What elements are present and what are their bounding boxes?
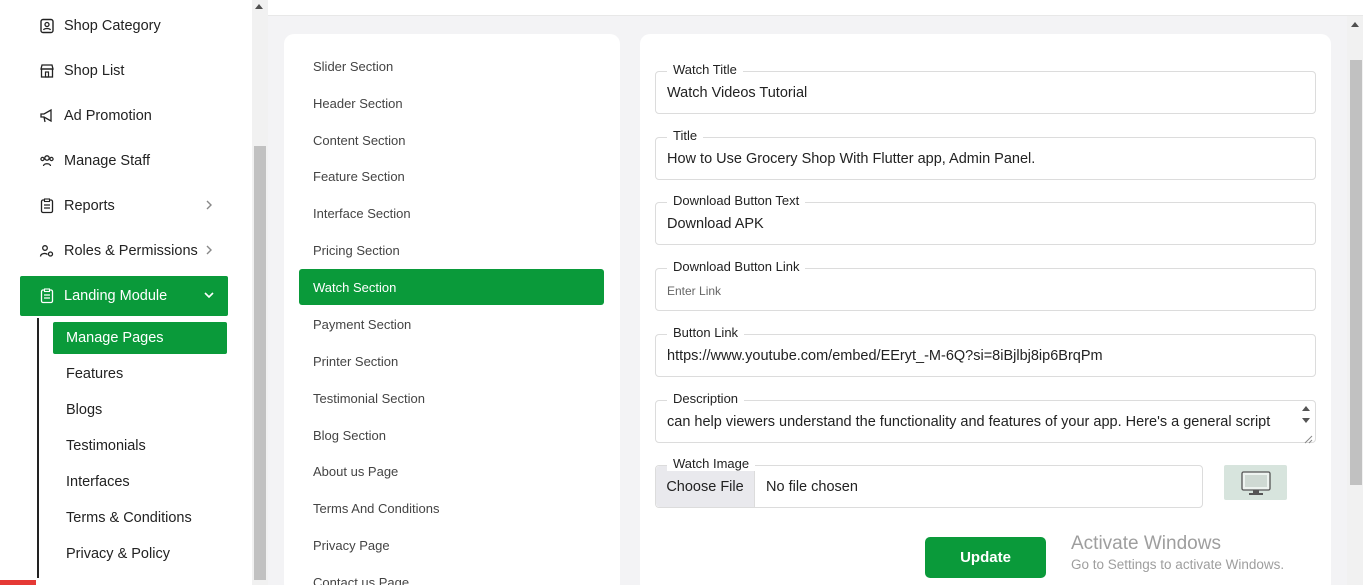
button-link-input[interactable]: https://www.youtube.com/embed/EEryt_-M-6… [667, 348, 1287, 364]
scroll-up-arrow-icon[interactable] [1302, 406, 1310, 411]
sidebar-item-label: Landing Module [64, 288, 168, 304]
section-item-pricing[interactable]: Pricing Section [299, 232, 604, 268]
sidebar-item-label: Reports [64, 198, 115, 214]
watch-image-field[interactable]: Choose File Watch Image No file chosen [655, 456, 1203, 508]
section-item-about-us[interactable]: About us Page [299, 453, 604, 489]
section-item-feature[interactable]: Feature Section [299, 158, 604, 194]
sidebar-subitem-interfaces[interactable]: Interfaces [53, 466, 227, 498]
section-item-content[interactable]: Content Section [299, 122, 604, 158]
section-item-header[interactable]: Header Section [299, 85, 604, 121]
sidebar-item-label: Shop List [64, 63, 125, 79]
section-item-watch[interactable]: Watch Section [299, 269, 604, 305]
file-status-text: No file chosen [766, 479, 858, 495]
watch-title-label: Watch Title [667, 62, 743, 78]
button-link-label: Button Link [667, 325, 745, 341]
windows-activation-subtitle: Go to Settings to activate Windows. [1071, 557, 1285, 572]
sidebar-item-roles-permissions[interactable]: Roles & Permissions [20, 231, 228, 271]
download-button-link-input[interactable]: Enter Link [667, 284, 721, 298]
section-list-card: Slider Section Header Section Content Se… [284, 34, 620, 585]
report-icon [38, 197, 56, 215]
sidebar-item-shop-list[interactable]: Shop List [20, 51, 228, 91]
title-field[interactable]: Title How to Use Grocery Shop With Flutt… [655, 128, 1316, 180]
sidebar-subitem-testimonials[interactable]: Testimonials [53, 430, 227, 462]
chevron-right-icon [202, 198, 216, 212]
sidebar-subitem-terms-conditions[interactable]: Terms & Conditions [53, 502, 227, 534]
sidebar-subitem-privacy-policy[interactable]: Privacy & Policy [53, 538, 227, 570]
button-link-field[interactable]: Button Link https://www.youtube.com/embe… [655, 325, 1316, 377]
taskbar-indicator [0, 580, 36, 585]
clipboard-list-icon [38, 287, 56, 305]
title-input[interactable]: How to Use Grocery Shop With Flutter app… [667, 151, 1287, 167]
description-label: Description [667, 391, 745, 407]
sidebar-item-label: Ad Promotion [64, 108, 152, 124]
section-item-printer[interactable]: Printer Section [299, 343, 604, 379]
download-button-text-input[interactable]: Download APK [667, 216, 1287, 232]
windows-activation-title: Activate Windows [1071, 533, 1221, 554]
update-button[interactable]: Update [925, 537, 1046, 578]
megaphone-icon [38, 107, 56, 125]
watch-image-label: Watch Image [667, 456, 756, 471]
watch-title-field[interactable]: Watch Title Watch Videos Tutorial [655, 62, 1316, 114]
store-icon [38, 62, 56, 80]
section-item-slider[interactable]: Slider Section [299, 48, 604, 84]
monitor-icon [1240, 470, 1271, 495]
sidebar-subitem-features[interactable]: Features [53, 358, 227, 390]
watch-section-form: Watch Title Watch Videos Tutorial Title … [640, 34, 1331, 585]
section-item-contact-us[interactable]: Contact us Page [299, 564, 604, 585]
users-icon [38, 152, 56, 170]
watch-image-preview [1224, 465, 1287, 500]
section-item-privacy[interactable]: Privacy Page [299, 527, 604, 563]
resize-grip-icon[interactable] [1304, 431, 1313, 444]
download-button-link-label: Download Button Link [667, 259, 806, 275]
choose-file-button[interactable]: Choose File [656, 466, 755, 507]
sidebar-scrollbar-thumb[interactable] [254, 146, 266, 580]
page-scrollbar-thumb[interactable] [1350, 60, 1362, 485]
user-gear-icon [38, 242, 56, 260]
sidebar-item-reports[interactable]: Reports [20, 186, 228, 226]
section-item-testimonial[interactable]: Testimonial Section [299, 380, 604, 416]
submenu-guide-line [37, 318, 39, 578]
sidebar-subitem-blogs[interactable]: Blogs [53, 394, 227, 426]
sidebar-item-ad-promotion[interactable]: Ad Promotion [20, 96, 228, 136]
chevron-down-icon [202, 288, 216, 302]
description-textarea[interactable]: can help viewers understand the function… [667, 414, 1292, 430]
sidebar: Shop Category Shop List Ad Promotion Man… [0, 0, 252, 585]
section-item-terms[interactable]: Terms And Conditions [299, 490, 604, 526]
chevron-right-icon [202, 243, 216, 257]
sidebar-item-shop-category[interactable]: Shop Category [20, 6, 228, 46]
sidebar-item-manage-staff[interactable]: Manage Staff [20, 141, 228, 181]
sidebar-item-label: Shop Category [64, 18, 161, 34]
sidebar-subitem-manage-pages[interactable]: Manage Pages [53, 322, 227, 354]
watch-title-input[interactable]: Watch Videos Tutorial [667, 85, 1287, 101]
description-field[interactable]: Description can help viewers understand … [655, 391, 1316, 444]
sidebar-item-label: Roles & Permissions [64, 243, 198, 259]
section-item-blog[interactable]: Blog Section [299, 417, 604, 453]
title-label: Title [667, 128, 704, 144]
top-header [268, 0, 1363, 16]
windows-activation-watermark: Activate Windows Go to Settings to activ… [1071, 533, 1284, 572]
scroll-up-arrow-icon[interactable] [255, 4, 263, 9]
section-item-interface[interactable]: Interface Section [299, 195, 604, 231]
clipboard-user-icon [38, 17, 56, 35]
scroll-up-arrow-icon[interactable] [1351, 22, 1359, 27]
download-button-text-field[interactable]: Download Button Text Download APK [655, 193, 1316, 245]
download-button-text-label: Download Button Text [667, 193, 806, 209]
scroll-down-arrow-icon[interactable] [1302, 418, 1310, 423]
section-item-payment[interactable]: Payment Section [299, 306, 604, 342]
sidebar-item-label: Manage Staff [64, 153, 150, 169]
download-button-link-field[interactable]: Download Button Link Enter Link [655, 259, 1316, 311]
sidebar-item-landing-module[interactable]: Landing Module [20, 276, 228, 316]
